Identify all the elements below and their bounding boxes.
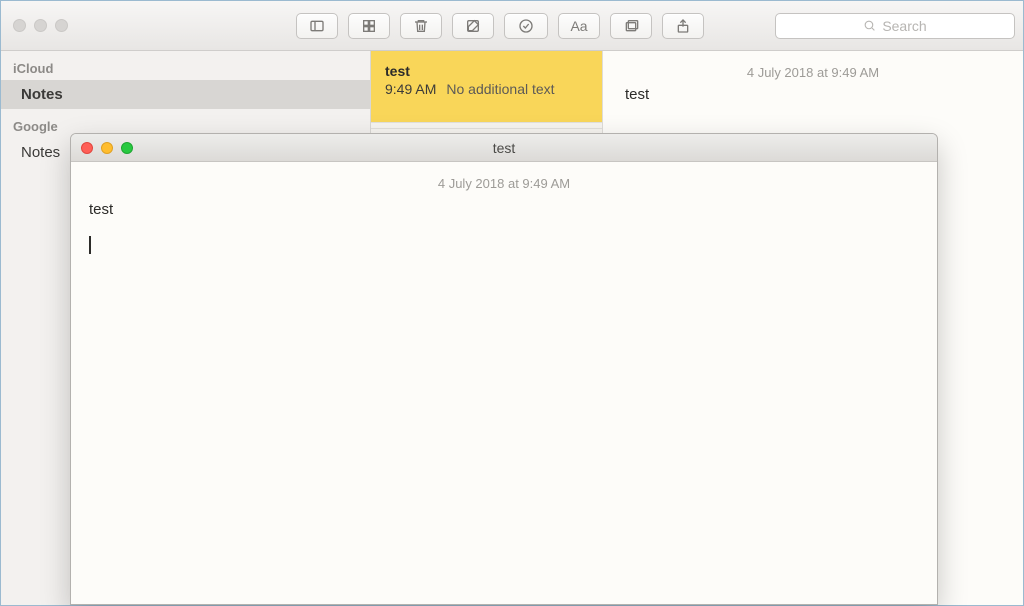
note-list-item-title: test	[385, 63, 588, 79]
text-cursor	[89, 236, 91, 254]
search-field[interactable]: Search	[775, 13, 1015, 39]
note-list-item[interactable]: test 9:49 AM No additional text	[371, 51, 602, 123]
float-traffic-lights	[81, 142, 133, 154]
float-note-date: 4 July 2018 at 9:49 AM	[89, 176, 919, 191]
new-note-button[interactable]	[452, 13, 494, 39]
note-list-item-blank[interactable]	[371, 123, 602, 129]
font-icon: Aa	[570, 18, 587, 34]
share-button[interactable]	[662, 13, 704, 39]
sidebar-item-label: Notes	[21, 144, 60, 161]
main-titlebar: Aa Search	[1, 1, 1023, 51]
compose-icon	[465, 18, 481, 34]
main-traffic-lights	[13, 19, 68, 32]
sidebar-section-icloud: iCloud	[1, 51, 370, 80]
float-window-title: test	[71, 140, 937, 156]
floating-note-window: test 4 July 2018 at 9:49 AM test	[70, 133, 938, 605]
note-list-item-time: 9:49 AM	[385, 81, 436, 97]
note-list-item-preview: No additional text	[446, 81, 554, 97]
float-titlebar[interactable]: test	[71, 134, 937, 162]
float-minimize-button[interactable]	[101, 142, 113, 154]
open-window-button[interactable]	[610, 13, 652, 39]
float-zoom-button[interactable]	[121, 142, 133, 154]
checklist-icon	[518, 18, 534, 34]
zoom-dot[interactable]	[55, 19, 68, 32]
float-close-button[interactable]	[81, 142, 93, 154]
grid-icon	[361, 18, 377, 34]
float-note-editor[interactable]: 4 July 2018 at 9:49 AM test	[71, 162, 937, 604]
close-dot[interactable]	[13, 19, 26, 32]
format-button[interactable]: Aa	[558, 13, 600, 39]
sidebar-item-icloud-notes[interactable]: Notes	[1, 80, 370, 109]
note-editor-text: test	[625, 86, 1001, 103]
gallery-view-button[interactable]	[348, 13, 390, 39]
share-icon	[675, 18, 691, 34]
float-note-text: test	[89, 201, 919, 218]
checklist-button[interactable]	[504, 13, 548, 39]
trash-icon	[413, 18, 429, 34]
sidebar-toggle-button[interactable]	[296, 13, 338, 39]
search-placeholder: Search	[882, 18, 926, 34]
search-icon	[863, 19, 876, 32]
sidebar-icon	[309, 18, 325, 34]
note-editor-date: 4 July 2018 at 9:49 AM	[625, 65, 1001, 80]
delete-button[interactable]	[400, 13, 442, 39]
new-window-icon	[623, 18, 639, 34]
sidebar-item-label: Notes	[21, 86, 63, 103]
toolbar: Aa	[296, 13, 704, 39]
minimize-dot[interactable]	[34, 19, 47, 32]
